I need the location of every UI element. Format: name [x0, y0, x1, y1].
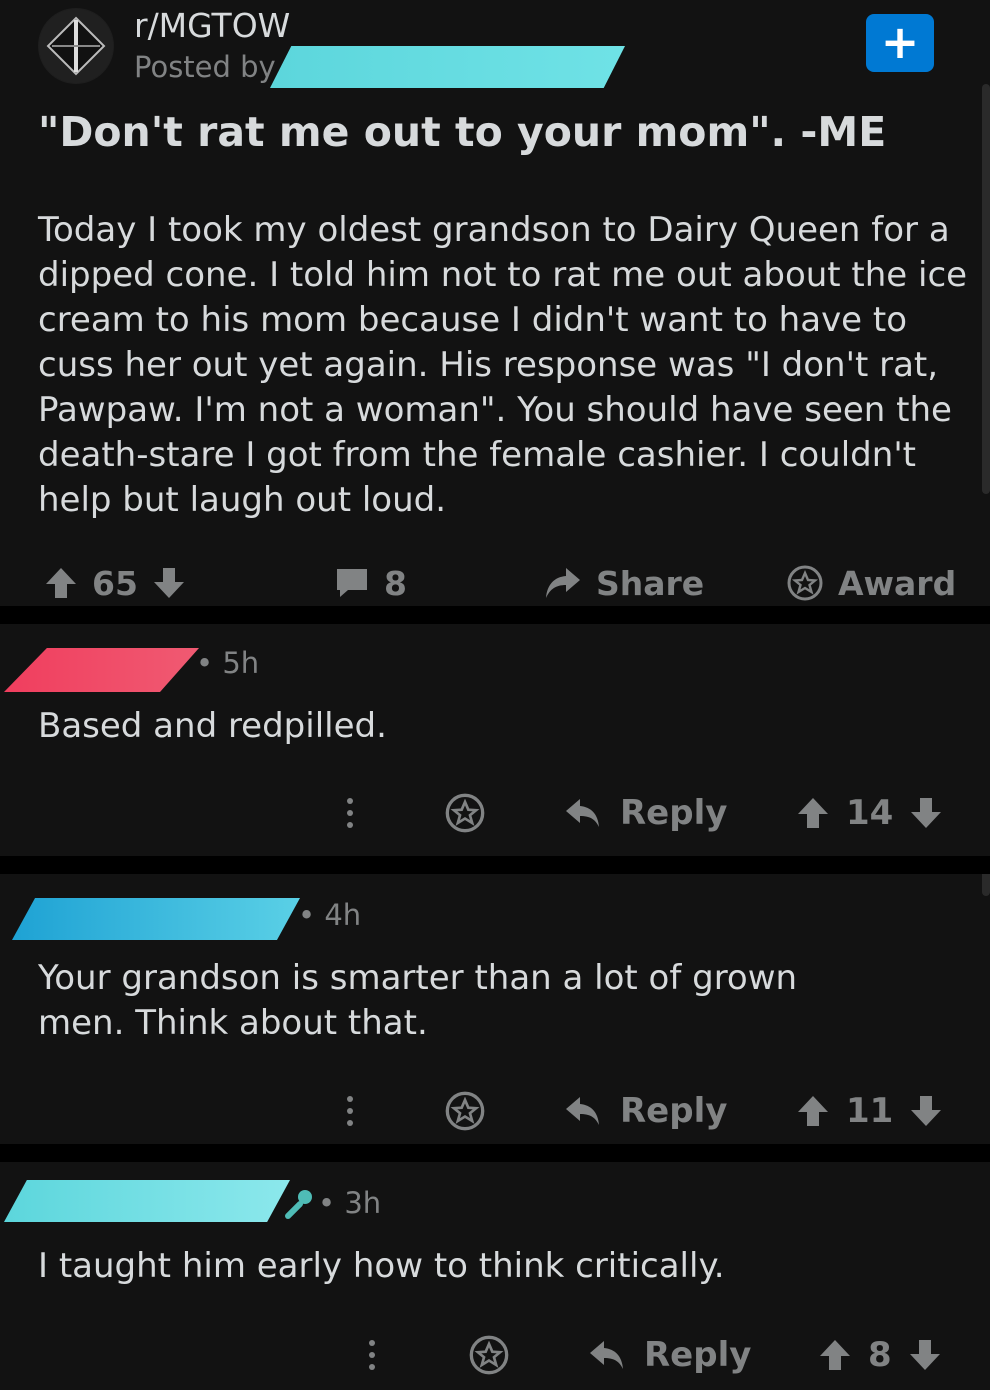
comment-score: 8 [868, 1335, 892, 1375]
redacted-username [270, 46, 625, 88]
subreddit-name[interactable]: r/MGTOW [134, 6, 290, 45]
post-vote-bar: 65 [44, 560, 186, 606]
reply-label: Reply [620, 793, 728, 833]
reply-button[interactable]: Reply [588, 1330, 751, 1380]
upvote-icon[interactable] [818, 1338, 852, 1372]
comments-button[interactable]: 8 [334, 560, 407, 606]
divider [0, 606, 990, 624]
redacted-username [4, 648, 199, 692]
award-label: Award [838, 563, 957, 603]
more-icon [369, 1340, 375, 1370]
comment-more-button[interactable] [330, 1086, 370, 1136]
reply-label: Reply [644, 1335, 752, 1375]
reply-label: Reply [620, 1091, 728, 1131]
reply-button[interactable]: Reply [564, 1086, 727, 1136]
subreddit-avatar-icon[interactable] [38, 8, 114, 84]
share-button[interactable]: Share [542, 560, 704, 606]
redacted-username [4, 1180, 290, 1222]
mod-flair-icon [282, 1186, 316, 1220]
comment-more-button[interactable] [352, 1330, 392, 1380]
more-icon [347, 798, 353, 828]
reply-button[interactable]: Reply [564, 788, 727, 838]
comment-text: Based and redpilled. [38, 706, 387, 746]
comment-award-button[interactable] [468, 1330, 510, 1380]
downvote-icon[interactable] [909, 796, 943, 830]
reply-icon [590, 1341, 623, 1369]
award-icon [786, 564, 824, 602]
award-button[interactable]: Award [786, 560, 956, 606]
post-body: Today I took my oldest grandson to Dairy… [38, 210, 968, 520]
comment-text: I taught him early how to think critical… [38, 1246, 725, 1286]
comment-age: • 4h [298, 898, 362, 932]
downvote-icon[interactable] [909, 1094, 943, 1128]
award-icon [445, 793, 485, 833]
comment-vote-bar: 11 [796, 1086, 943, 1136]
divider [0, 856, 990, 874]
comment-vote-bar: 14 [796, 788, 943, 838]
join-button[interactable]: + [866, 14, 934, 72]
upvote-icon[interactable] [796, 1094, 830, 1128]
comment-text: Your grandson is smarter than a lot of g… [38, 958, 798, 1043]
comment-more-button[interactable] [330, 788, 370, 838]
scrollbar[interactable] [982, 84, 990, 494]
divider [0, 1144, 990, 1162]
comment-icon [334, 566, 370, 600]
award-icon [469, 1335, 509, 1375]
share-label: Share [596, 563, 705, 603]
comment-age: • 5h [196, 646, 260, 680]
downvote-icon[interactable] [152, 566, 186, 600]
post-title: "Don't rat me out to your mom". -ME [38, 108, 887, 156]
comment-count: 8 [384, 563, 407, 603]
upvote-icon[interactable] [44, 566, 78, 600]
reply-icon [566, 1097, 599, 1125]
share-icon [542, 565, 582, 601]
comment-age: • 3h [318, 1186, 382, 1220]
more-icon [347, 1096, 353, 1126]
comment-vote-bar: 8 [818, 1330, 942, 1380]
redacted-username [12, 898, 300, 940]
comment-award-button[interactable] [444, 1086, 486, 1136]
upvote-icon[interactable] [796, 796, 830, 830]
award-icon [445, 1091, 485, 1131]
comment-award-button[interactable] [444, 788, 486, 838]
comment-score: 14 [846, 793, 894, 833]
reply-icon [566, 799, 599, 827]
post-score: 65 [92, 563, 138, 603]
comment-score: 11 [846, 1091, 894, 1131]
downvote-icon[interactable] [908, 1338, 942, 1372]
